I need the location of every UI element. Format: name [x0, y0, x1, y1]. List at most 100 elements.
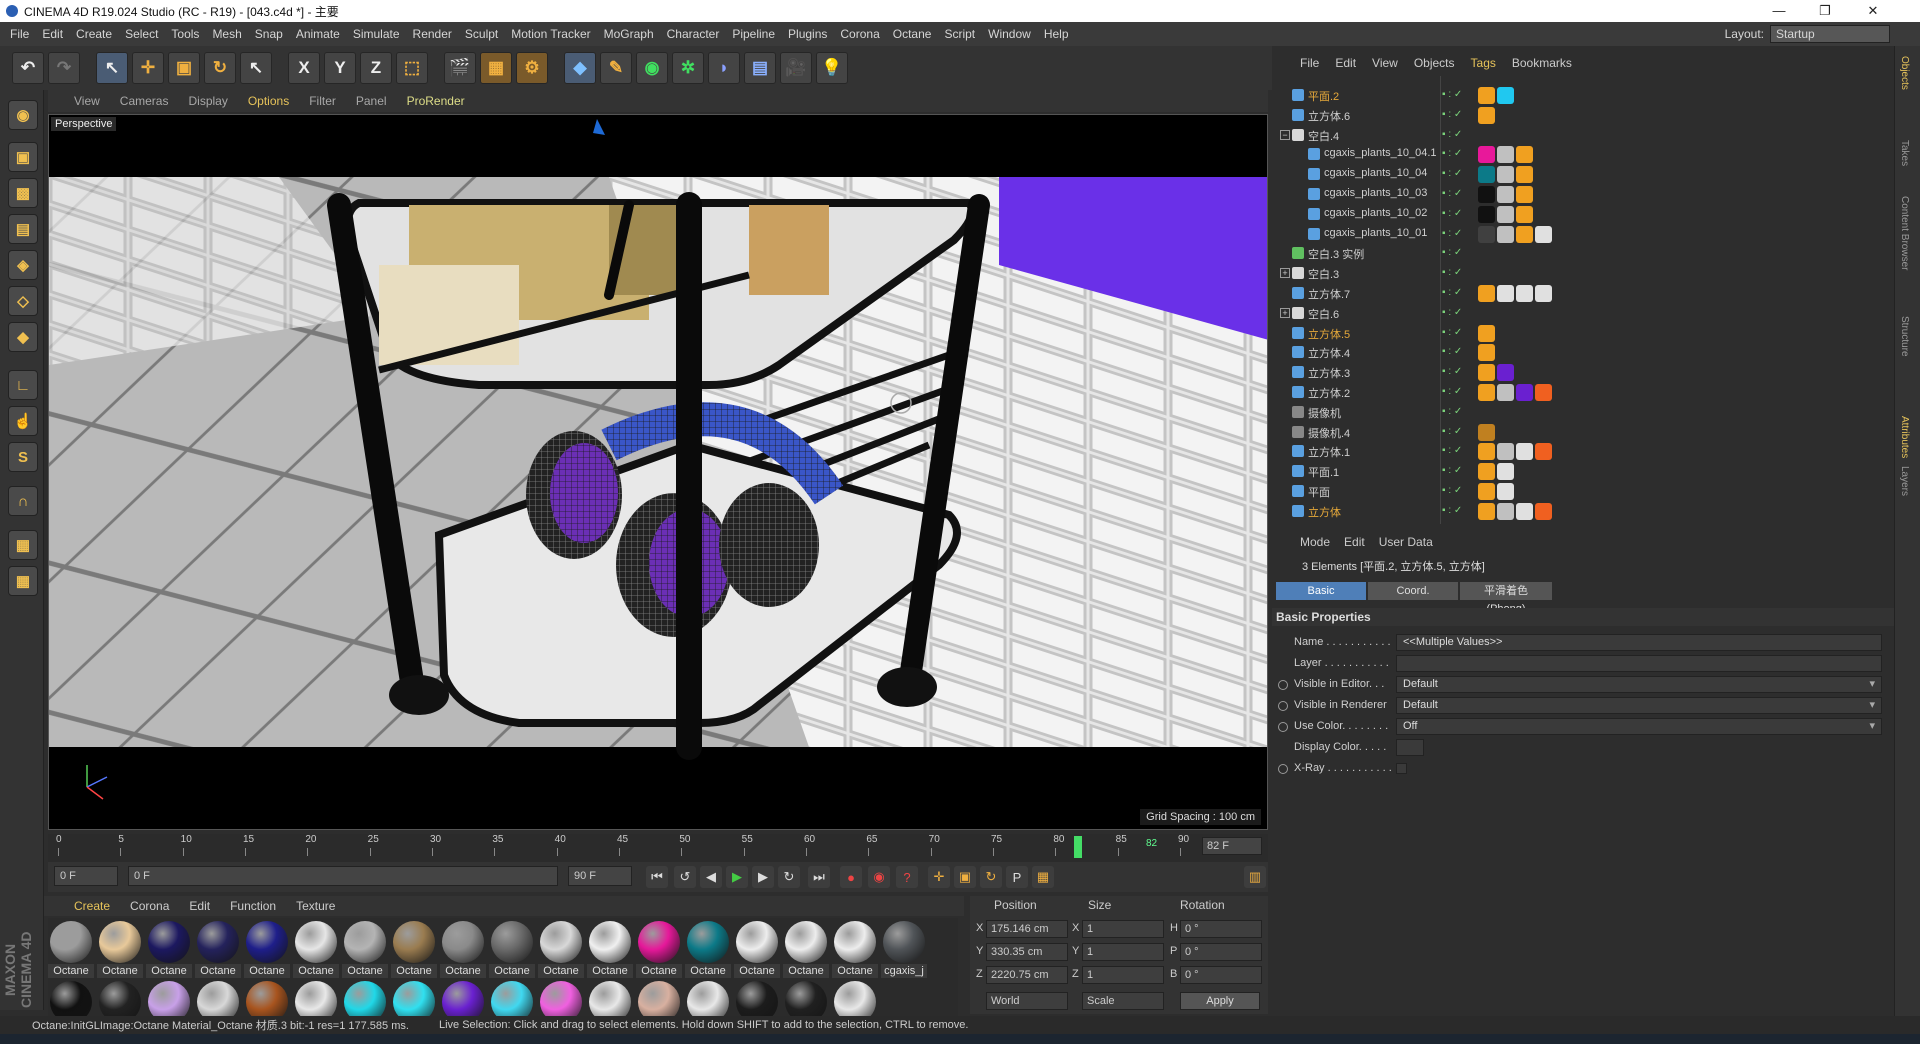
visibility-flags[interactable]: ▪ : ✓ [1442, 247, 1474, 260]
axis-mode-icon[interactable]: ∟ [8, 370, 38, 400]
material-swatch[interactable]: Octane [636, 920, 682, 978]
end-frame-field[interactable]: 90 F [568, 866, 632, 886]
next-key-icon[interactable]: ↻ [778, 866, 800, 888]
play-icon[interactable]: ▶ [726, 866, 748, 888]
material-tag-icon[interactable] [1478, 225, 1495, 243]
material-swatch[interactable]: Octane [391, 920, 437, 978]
material-tag-icon[interactable] [1516, 225, 1533, 243]
visibility-flags[interactable]: ▪ : ✓ [1442, 505, 1474, 518]
menu-octane[interactable]: Octane [893, 27, 932, 41]
right-tab-layers[interactable]: Layers [1899, 466, 1910, 496]
animate-radio-icon[interactable] [1278, 764, 1288, 774]
polygons-mode-icon[interactable]: ◆ [8, 322, 38, 352]
material-tag-icon[interactable] [1478, 384, 1495, 401]
render-view-icon[interactable]: 🎬 [444, 52, 476, 84]
menu-window[interactable]: Window [988, 27, 1031, 41]
material-tag-icon[interactable] [1535, 384, 1552, 401]
material-swatch[interactable]: Octane [440, 920, 486, 978]
key-pla-icon[interactable]: ▦ [1032, 866, 1054, 888]
material-swatch[interactable] [440, 980, 486, 1018]
visibility-flags[interactable]: ▪ : ✓ [1442, 89, 1474, 102]
material-tag-icon[interactable] [1478, 423, 1495, 441]
material-swatch[interactable] [244, 980, 290, 1018]
viewport-menu-panel[interactable]: Panel [356, 94, 387, 108]
material-swatch[interactable]: Octane [293, 920, 339, 978]
material-tag-icon[interactable] [1478, 463, 1495, 481]
floor-icon[interactable]: ▤ [744, 52, 776, 84]
previous-key-icon[interactable]: ↺ [674, 866, 696, 888]
redo-icon[interactable]: ↷ [48, 52, 80, 84]
right-tab-structure[interactable]: Structure [1899, 316, 1910, 357]
material-swatch[interactable]: Octane [146, 920, 192, 978]
last-tool-icon[interactable]: ↖ [240, 52, 272, 84]
material-menu-function[interactable]: Function [230, 899, 276, 913]
rotation-field-h[interactable]: 0 ° [1180, 920, 1262, 938]
next-frame-icon[interactable]: ▶ [752, 866, 774, 888]
expand-toggle-icon[interactable]: + [1280, 307, 1290, 318]
visibility-flags[interactable]: ▪ : ✓ [1442, 287, 1474, 300]
menu-mesh[interactable]: Mesh [212, 27, 241, 41]
material-swatch[interactable]: Octane [685, 920, 731, 978]
object-row[interactable]: 立方体.6 ▪ : ✓ [1272, 106, 1882, 125]
material-swatch[interactable]: Octane [783, 920, 829, 978]
visibility-flags[interactable]: ▪ : ✓ [1442, 445, 1474, 458]
material-tag-icon[interactable] [1497, 87, 1514, 104]
menu-render[interactable]: Render [413, 27, 452, 41]
undo-icon[interactable]: ↶ [12, 52, 44, 84]
visibility-flags[interactable]: ▪ : ✓ [1442, 426, 1474, 439]
menu-tools[interactable]: Tools [171, 27, 199, 41]
property-value[interactable]: Default [1396, 697, 1882, 714]
live-selection-icon[interactable]: ↖ [96, 52, 128, 84]
object-row[interactable]: + 空白.3 ▪ : ✓ [1272, 264, 1882, 283]
camera-icon[interactable]: 🎥 [780, 52, 812, 84]
rotation-field-b[interactable]: 0 ° [1180, 966, 1262, 984]
material-tag-icon[interactable] [1516, 146, 1533, 164]
menu-select[interactable]: Select [125, 27, 158, 41]
material-swatch[interactable]: Octane [538, 920, 584, 978]
material-menu-edit[interactable]: Edit [189, 899, 210, 913]
material-tag-icon[interactable] [1497, 443, 1514, 461]
viewport-menu-options[interactable]: Options [248, 94, 289, 108]
material-tag-icon[interactable] [1516, 205, 1533, 223]
material-tag-icon[interactable] [1497, 483, 1514, 500]
size-field-y[interactable]: 1 [1082, 943, 1164, 961]
visibility-flags[interactable]: ▪ : ✓ [1442, 129, 1474, 142]
menu-pipeline[interactable]: Pipeline [732, 27, 775, 41]
material-tag-icon[interactable] [1516, 443, 1533, 461]
material-swatch[interactable] [832, 980, 878, 1018]
animate-radio-icon[interactable] [1278, 722, 1288, 732]
material-menu-corona[interactable]: Corona [130, 899, 169, 913]
object-row[interactable]: 立方体.2 ▪ : ✓ [1272, 383, 1882, 402]
apply-button[interactable]: Apply [1180, 992, 1260, 1010]
object-row[interactable]: cgaxis_plants_10_02 ▪ : ✓ [1272, 205, 1882, 224]
material-tag-icon[interactable] [1478, 443, 1495, 461]
material-tag-icon[interactable] [1478, 502, 1495, 520]
key-scale-icon[interactable]: ▣ [954, 866, 976, 888]
viewport-menu-display[interactable]: Display [188, 94, 227, 108]
visibility-flags[interactable]: ▪ : ✓ [1442, 465, 1474, 478]
material-swatch[interactable]: Octane [342, 920, 388, 978]
attribute-tab[interactable]: Coord. [1368, 582, 1458, 600]
current-frame-field[interactable]: 82 F [1202, 837, 1262, 855]
material-swatch[interactable] [685, 980, 731, 1018]
menu-motion-tracker[interactable]: Motion Tracker [511, 27, 590, 41]
object-row[interactable]: 立方体 ▪ : ✓ [1272, 502, 1882, 521]
material-swatch[interactable]: Octane [832, 920, 878, 978]
object-row[interactable]: − 空白.4 ▪ : ✓ [1272, 126, 1882, 145]
key-parameter-icon[interactable]: P [1006, 866, 1028, 888]
object-row[interactable]: 平面.2 ▪ : ✓ [1272, 86, 1882, 105]
material-tag-icon[interactable] [1497, 364, 1514, 382]
menu-file[interactable]: File [10, 27, 29, 41]
expand-toggle-icon[interactable]: + [1280, 268, 1290, 279]
material-menu-texture[interactable]: Texture [296, 899, 335, 913]
material-swatch[interactable]: Octane [195, 920, 241, 978]
display-color-swatch[interactable] [1396, 739, 1424, 756]
light-icon[interactable]: 💡 [816, 52, 848, 84]
material-tag-icon[interactable] [1497, 384, 1514, 401]
go-to-end-icon[interactable]: ⏭ [808, 866, 830, 888]
material-tag-icon[interactable] [1516, 502, 1533, 520]
size-field-z[interactable]: 1 [1082, 966, 1164, 984]
layout-dropdown[interactable]: Startup [1770, 25, 1890, 43]
property-value[interactable]: Default [1396, 676, 1882, 693]
object-menu-file[interactable]: File [1300, 56, 1319, 70]
